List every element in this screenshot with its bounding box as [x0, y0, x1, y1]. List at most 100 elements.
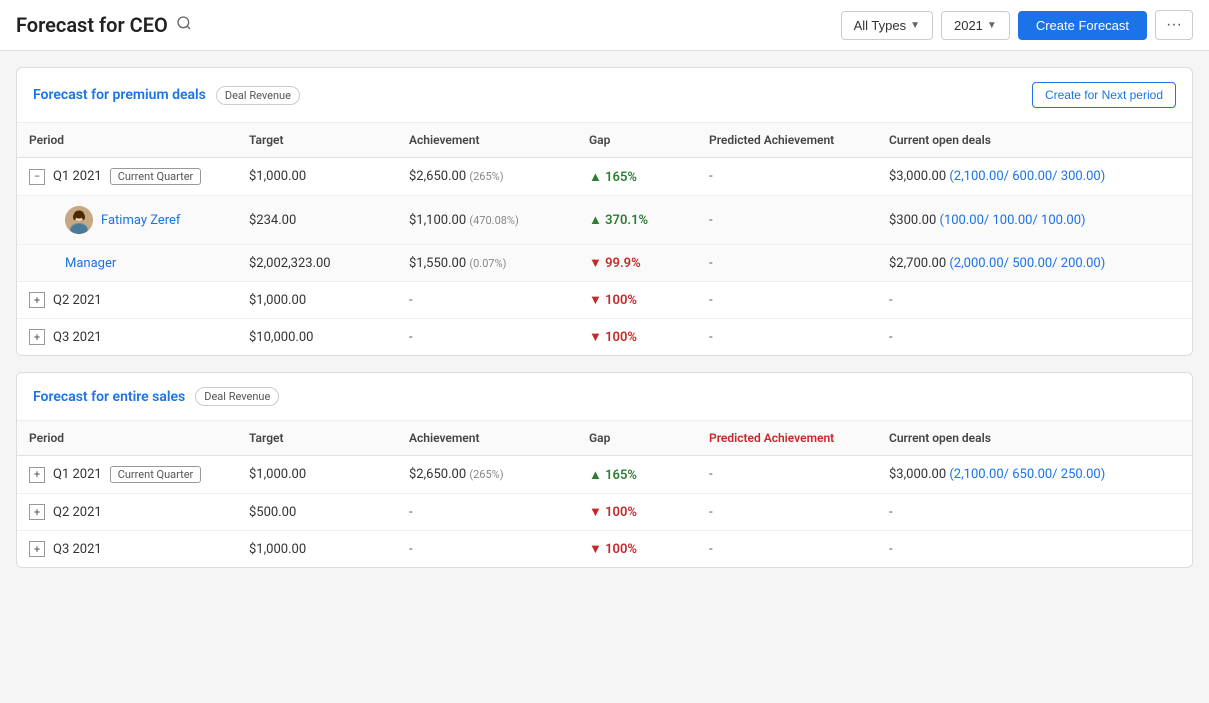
entire-sales-table: Period Target Achievement Gap Predicted …	[17, 421, 1192, 567]
predicted-cell: -	[697, 158, 877, 196]
target-cell: $2,002,323.00	[237, 245, 397, 282]
premium-table: Period Target Achievement Gap Predicted …	[17, 123, 1192, 355]
section-header-left: Forecast for premium deals Deal Revenue	[33, 86, 300, 105]
expand-icon[interactable]: +	[29, 504, 45, 520]
col-header-period: Period	[17, 421, 237, 456]
col-header-predicted: Predicted Achievement	[697, 421, 877, 456]
header-left: Forecast for CEO	[16, 13, 192, 37]
predicted-cell: -	[697, 245, 877, 282]
page-title: Forecast for CEO	[16, 13, 168, 37]
achievement-cell: $1,100.00 (470.08%)	[397, 196, 577, 245]
entire-section-title: Forecast for entire sales	[33, 389, 185, 405]
expand-icon[interactable]: +	[29, 329, 45, 345]
predicted-cell: -	[697, 282, 877, 319]
col-header-achievement: Achievement	[397, 421, 577, 456]
expand-icon[interactable]: +	[29, 292, 45, 308]
create-next-period-button[interactable]: Create for Next period	[1032, 82, 1176, 108]
table-header-row: Period Target Achievement Gap Predicted …	[17, 123, 1192, 158]
col-header-gap: Gap	[577, 123, 697, 158]
collapse-icon[interactable]: −	[29, 169, 45, 185]
quarter-label: Q1 2021	[53, 169, 102, 184]
expand-icon[interactable]: +	[29, 467, 45, 483]
quarter-label: Q2 2021	[53, 505, 102, 520]
period-cell: + Q1 2021 Current Quarter	[17, 456, 237, 494]
target-cell: $1,000.00	[237, 282, 397, 319]
col-header-open-deals: Current open deals	[877, 421, 1192, 456]
table-row: + Q2 2021 $1,000.00 - 100% - -	[17, 282, 1192, 319]
header: Forecast for CEO All Types ▼ 2021 ▼ Crea…	[0, 0, 1209, 51]
section-header-left: Forecast for entire sales Deal Revenue	[33, 387, 279, 406]
achievement-cell: -	[397, 319, 577, 356]
col-header-gap: Gap	[577, 421, 697, 456]
col-header-achievement: Achievement	[397, 123, 577, 158]
quarter-label: Q1 2021	[53, 467, 102, 482]
premium-deals-section: Forecast for premium deals Deal Revenue …	[16, 67, 1193, 356]
period-cell: + Q3 2021	[17, 531, 237, 568]
gap-cell: 99.9%	[577, 245, 697, 282]
col-header-predicted: Predicted Achievement	[697, 123, 877, 158]
achievement-cell: $2,650.00 (265%)	[397, 456, 577, 494]
all-types-dropdown[interactable]: All Types ▼	[841, 11, 933, 40]
target-cell: $234.00	[237, 196, 397, 245]
section-header-entire: Forecast for entire sales Deal Revenue	[17, 373, 1192, 421]
entire-sales-section: Forecast for entire sales Deal Revenue P…	[16, 372, 1193, 568]
gap-cell: 100%	[577, 319, 697, 356]
gap-cell: 370.1%	[577, 196, 697, 245]
premium-section-title: Forecast for premium deals	[33, 87, 206, 103]
main-content: Forecast for premium deals Deal Revenue …	[0, 51, 1209, 584]
open-deals-cell: $3,000.00 (2,100.00/ 600.00/ 300.00)	[877, 158, 1192, 196]
achievement-cell: $1,550.00 (0.07%)	[397, 245, 577, 282]
table-header-row: Period Target Achievement Gap Predicted …	[17, 421, 1192, 456]
table-row: − Q1 2021 Current Quarter $1,000.00 $2,6…	[17, 158, 1192, 196]
table-row: + Q1 2021 Current Quarter $1,000.00 $2,6…	[17, 456, 1192, 494]
target-cell: $500.00	[237, 494, 397, 531]
achievement-cell: -	[397, 531, 577, 568]
open-deals-cell: $300.00 (100.00/ 100.00/ 100.00)	[877, 196, 1192, 245]
open-deals-cell: $3,000.00 (2,100.00/ 650.00/ 250.00)	[877, 456, 1192, 494]
deal-revenue-badge: Deal Revenue	[216, 86, 300, 105]
achievement-cell: -	[397, 282, 577, 319]
current-quarter-badge: Current Quarter	[110, 466, 202, 483]
open-deals-cell: $2,700.00 (2,000.00/ 500.00/ 200.00)	[877, 245, 1192, 282]
ellipsis-icon: ···	[1166, 16, 1182, 33]
predicted-cell: -	[697, 494, 877, 531]
predicted-cell: -	[697, 319, 877, 356]
period-cell: Manager	[17, 245, 237, 282]
open-deals-cell: -	[877, 531, 1192, 568]
manager-link[interactable]: Manager	[65, 256, 116, 271]
search-icon[interactable]	[176, 15, 192, 35]
gap-cell: 100%	[577, 531, 697, 568]
year-dropdown[interactable]: 2021 ▼	[941, 11, 1010, 40]
predicted-cell: -	[697, 456, 877, 494]
achievement-cell: -	[397, 494, 577, 531]
avatar	[65, 206, 93, 234]
period-cell: + Q3 2021	[17, 319, 237, 356]
open-deals-cell: -	[877, 494, 1192, 531]
col-header-target: Target	[237, 421, 397, 456]
chevron-down-icon: ▼	[987, 20, 997, 31]
table-row: + Q2 2021 $500.00 - 100% - -	[17, 494, 1192, 531]
quarter-label: Q3 2021	[53, 330, 102, 345]
more-options-button[interactable]: ···	[1155, 10, 1193, 40]
chevron-down-icon: ▼	[910, 20, 920, 31]
col-header-open-deals: Current open deals	[877, 123, 1192, 158]
open-deals-cell: -	[877, 282, 1192, 319]
table-row: + Q3 2021 $1,000.00 - 100% - -	[17, 531, 1192, 568]
col-header-period: Period	[17, 123, 237, 158]
expand-icon[interactable]: +	[29, 541, 45, 557]
open-deals-cell: -	[877, 319, 1192, 356]
col-header-target: Target	[237, 123, 397, 158]
gap-cell: 165%	[577, 158, 697, 196]
create-forecast-button[interactable]: Create Forecast	[1018, 11, 1147, 40]
period-cell: + Q2 2021	[17, 282, 237, 319]
table-row: Fatimay Zeref $234.00 $1,100.00 (470.08%…	[17, 196, 1192, 245]
table-row: + Q3 2021 $10,000.00 - 100% - -	[17, 319, 1192, 356]
gap-cell: 100%	[577, 282, 697, 319]
gap-cell: 165%	[577, 456, 697, 494]
deal-revenue-badge: Deal Revenue	[195, 387, 279, 406]
section-header-premium: Forecast for premium deals Deal Revenue …	[17, 68, 1192, 123]
person-link[interactable]: Fatimay Zeref	[101, 213, 180, 228]
target-cell: $1,000.00	[237, 456, 397, 494]
target-cell: $1,000.00	[237, 158, 397, 196]
gap-cell: 100%	[577, 494, 697, 531]
